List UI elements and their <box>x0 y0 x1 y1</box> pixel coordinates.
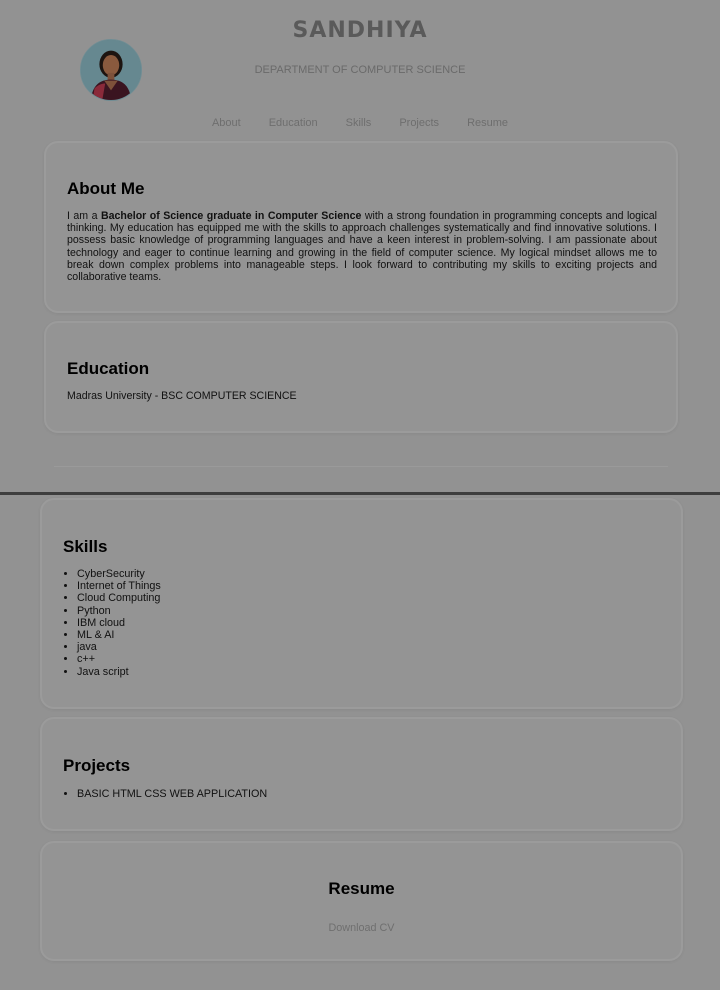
site-title: SANDHIYA <box>292 18 428 43</box>
skill-item: CyberSecurity <box>77 568 161 580</box>
about-highlight: Bachelor of Science graduate in Computer… <box>100 210 362 222</box>
nav-link-resume[interactable]: Resume <box>453 117 522 129</box>
about-heading: About Me <box>67 179 145 198</box>
about-intro: I am a <box>67 210 101 222</box>
skills-section: Skills CyberSecurity Internet of Things … <box>40 498 683 709</box>
projects-list: BASIC HTML CSS WEB APPLICATION <box>63 788 267 800</box>
skill-item: java <box>77 641 161 653</box>
resume-section: Resume Download CV <box>40 841 683 961</box>
project-item: BASIC HTML CSS WEB APPLICATION <box>77 788 267 800</box>
about-text: I am a Bachelor of Science graduate in C… <box>67 210 657 283</box>
education-entry: Madras University - BSC COMPUTER SCIENCE <box>67 390 297 402</box>
skill-item: Java script <box>77 666 161 678</box>
main-nav: About Education Skills Projects Resume <box>0 117 720 129</box>
projects-section: Projects BASIC HTML CSS WEB APPLICATION <box>40 717 683 831</box>
skills-list: CyberSecurity Internet of Things Cloud C… <box>63 568 161 678</box>
nav-link-projects[interactable]: Projects <box>385 117 453 129</box>
skills-heading: Skills <box>63 537 108 556</box>
download-cv-link[interactable]: Download CV <box>42 922 681 934</box>
skill-item: ML & AI <box>77 629 161 641</box>
divider <box>54 466 668 467</box>
skill-item: Internet of Things <box>77 580 161 592</box>
about-section: About Me I am a Bachelor of Science grad… <box>44 141 678 313</box>
skill-item: Cloud Computing <box>77 592 161 604</box>
screenshot-seam-divider <box>0 492 720 495</box>
education-heading: Education <box>67 359 150 378</box>
skill-item: Python <box>77 605 161 617</box>
nav-link-skills[interactable]: Skills <box>332 117 386 129</box>
nav-link-education[interactable]: Education <box>255 117 332 129</box>
resume-heading: Resume <box>328 879 395 898</box>
projects-heading: Projects <box>63 756 131 775</box>
skill-item: IBM cloud <box>77 617 161 629</box>
department-subtitle: DEPARTMENT OF COMPUTER SCIENCE <box>254 64 466 76</box>
skill-item: c++ <box>77 653 161 665</box>
education-section: Education Madras University - BSC COMPUT… <box>44 321 678 433</box>
nav-link-about[interactable]: About <box>198 117 255 129</box>
